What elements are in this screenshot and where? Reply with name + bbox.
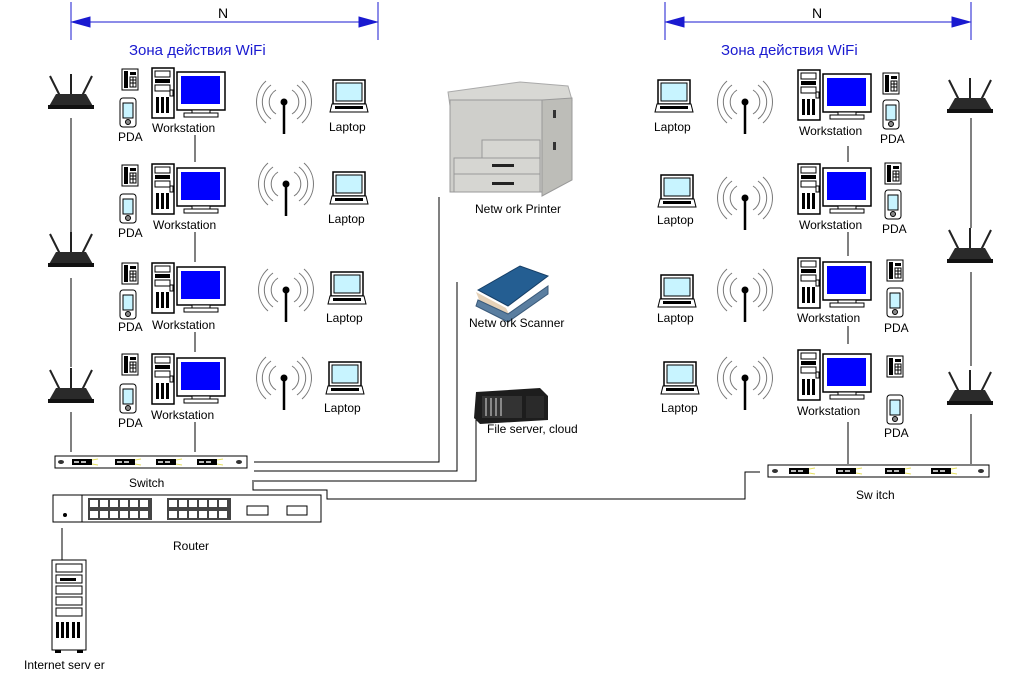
antenna-icon — [716, 175, 774, 232]
workstation-icon — [797, 163, 872, 215]
pda-icon — [882, 99, 900, 130]
workstation-label: Workstation — [152, 318, 216, 332]
laptop-icon — [329, 171, 369, 205]
right-zone-label: Зона действия WiFi — [721, 42, 858, 59]
right-row-1 — [654, 69, 900, 136]
pda-label: PDA — [118, 320, 143, 334]
phone-icon — [882, 72, 900, 95]
file-server-label: File server, cloud — [487, 422, 578, 436]
pda-label: PDA — [118, 416, 143, 430]
antenna-icon — [257, 267, 315, 324]
workstation-icon — [151, 353, 226, 405]
antenna-icon — [716, 79, 774, 136]
pda-icon — [884, 189, 902, 220]
wifi-router-icon — [946, 77, 994, 114]
phone-icon — [886, 259, 904, 282]
pda-icon — [119, 193, 137, 224]
workstation-label: Workstation — [799, 218, 863, 232]
pda-icon — [886, 394, 904, 425]
wifi-router-icon — [47, 231, 95, 268]
scanner-icon — [475, 265, 550, 323]
right-switch-label: Sw itch — [856, 488, 895, 502]
workstation-label: Workstation — [799, 124, 863, 138]
workstation-icon — [797, 69, 872, 121]
wifi-router-icon — [946, 227, 994, 264]
workstation-icon — [151, 163, 226, 215]
right-dimension-label: N — [812, 5, 823, 21]
phone-icon — [121, 353, 139, 376]
laptop-label: Laptop — [326, 311, 363, 325]
pda-icon — [119, 289, 137, 320]
left-zone-label: Зона действия WiFi — [129, 42, 266, 59]
laptop-icon — [325, 361, 365, 395]
laptop-icon — [660, 361, 700, 395]
router-icon — [52, 494, 322, 523]
laptop-label: Laptop — [324, 401, 361, 415]
phone-icon — [121, 262, 139, 285]
workstation-icon — [151, 262, 226, 314]
workstation-icon — [797, 257, 872, 309]
antenna-icon — [716, 355, 774, 412]
laptop-label: Laptop — [657, 311, 694, 325]
right-switch-icon — [767, 464, 990, 478]
pda-label: PDA — [882, 222, 907, 236]
antenna-icon — [255, 355, 313, 412]
printer-label: Netw ork Printer — [475, 202, 562, 216]
left-switch-label: Switch — [129, 476, 165, 490]
laptop-icon — [657, 174, 697, 208]
laptop-icon — [654, 79, 694, 113]
laptop-label: Laptop — [329, 120, 366, 134]
wifi-router-icon — [47, 367, 95, 404]
workstation-icon — [151, 67, 226, 119]
pda-label: PDA — [884, 426, 909, 440]
antenna-icon — [257, 161, 315, 218]
pda-label: PDA — [880, 132, 905, 146]
router-label: Router — [173, 539, 210, 553]
pda-icon — [119, 383, 137, 414]
laptop-icon — [327, 271, 367, 305]
phone-icon — [121, 164, 139, 187]
left-switch-icon — [54, 455, 248, 469]
workstation-label: Workstation — [797, 404, 861, 418]
phone-icon — [886, 355, 904, 378]
workstation-label: Workstation — [153, 218, 217, 232]
wifi-router-icon — [946, 369, 994, 406]
phone-icon — [884, 162, 902, 185]
workstation-label: Workstation — [152, 121, 216, 135]
right-row-2 — [657, 162, 902, 232]
laptop-label: Laptop — [654, 120, 691, 134]
pda-icon — [886, 287, 904, 318]
laptop-icon — [657, 274, 697, 308]
pda-label: PDA — [118, 130, 143, 144]
pda-label: PDA — [884, 321, 909, 335]
right-row-3 — [657, 257, 904, 324]
left-dimension-label: N — [218, 5, 229, 21]
workstation-label: Workstation — [797, 311, 861, 325]
internet-server-icon — [51, 559, 87, 653]
internet-server-label: Internet serv er — [24, 658, 105, 672]
phone-icon — [121, 68, 139, 91]
file-server-icon — [474, 388, 548, 424]
laptop-label: Laptop — [657, 213, 694, 227]
antenna-icon — [255, 79, 313, 136]
laptop-label: Laptop — [328, 212, 365, 226]
laptop-label: Laptop — [661, 401, 698, 415]
antenna-icon — [716, 267, 774, 324]
scanner-label: Netw ork Scanner — [469, 316, 565, 330]
workstation-label: Workstation — [151, 408, 215, 422]
laptop-icon — [329, 79, 369, 113]
pda-label: PDA — [118, 226, 143, 240]
printer-icon — [445, 80, 577, 198]
pda-icon — [119, 97, 137, 128]
wifi-router-icon — [47, 73, 95, 110]
network-diagram — [47, 2, 994, 653]
workstation-icon — [797, 349, 872, 401]
